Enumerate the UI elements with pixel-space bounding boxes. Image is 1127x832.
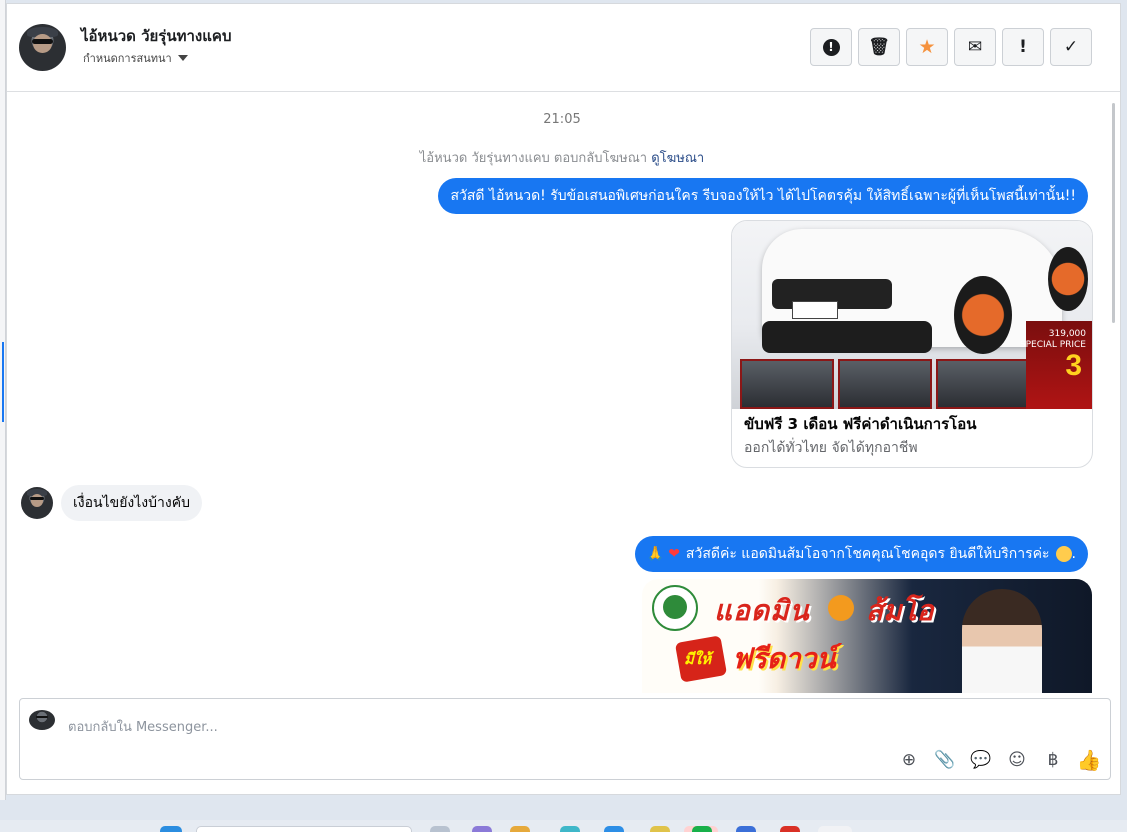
contact-name[interactable]: ไอ้หนวด วัยรุ่นทางแคบ: [81, 24, 231, 48]
ad-card-image: 319,000 SPECIAL PRICE 3: [732, 221, 1092, 409]
conversation-panel: ไอ้หนวด วัยรุ่นทางแคบ กำหนดการสนทนา ! 🗑 …: [6, 3, 1121, 795]
delete-button[interactable]: 🗑: [858, 28, 900, 66]
caret-down-icon: [177, 55, 188, 61]
baht-icon[interactable]: ฿: [1042, 749, 1064, 771]
star-button[interactable]: ★: [906, 28, 948, 66]
taskbar-app-icon[interactable]: [650, 826, 670, 832]
check-icon: ✓: [1063, 37, 1079, 57]
mark-unread-button[interactable]: ✉: [954, 28, 996, 66]
taskbar-folder-icon[interactable]: [510, 826, 530, 832]
emoji-icon[interactable]: ☺: [1006, 749, 1028, 771]
ad-card[interactable]: 319,000 SPECIAL PRICE 3 ขับฟรี 3 เดือน ฟ…: [731, 220, 1093, 468]
conversation-header: ไอ้หนวด วัยรุ่นทางแคบ กำหนดการสนทนา ! 🗑 …: [7, 4, 1120, 92]
sender-avatar[interactable]: [21, 487, 53, 519]
view-ad-link[interactable]: ดูโฆษณา: [651, 151, 704, 166]
outgoing-message-admin-reply[interactable]: 🙏 ❤ สวัสดีค่ะ แอดมินส้มโอจากโชคคุณโชคอุดร …: [634, 536, 1088, 572]
mark-spam-button[interactable]: !: [810, 28, 852, 66]
taskbar-app-icon[interactable]: [560, 826, 580, 832]
incoming-message[interactable]: เงื่อนไขยังไงบ้างคับ: [61, 485, 202, 521]
reply-input[interactable]: ตอบกลับใน Messenger...: [68, 716, 218, 737]
admin-reply-trailing: .: [1071, 546, 1076, 562]
star-icon: ★: [918, 36, 936, 58]
ad-reply-text: ไอ้หนวด วัยรุ่นทางแคบ ตอบกลับโฆษณา: [419, 151, 648, 166]
card-image-promo-number: 3: [1065, 349, 1082, 382]
page-avatar: [29, 710, 55, 730]
envelope-icon: ✉: [967, 37, 983, 57]
taskbar-start-icon[interactable]: [160, 826, 182, 832]
like-icon[interactable]: 👍: [1077, 748, 1102, 772]
conversation-settings-dropdown[interactable]: กำหนดการสนทนา: [83, 49, 188, 67]
exclamation-icon: !: [1019, 37, 1027, 57]
dealer-logo: [652, 585, 698, 631]
edge-accent: [2, 342, 4, 422]
reply-composer[interactable]: ตอบกลับใน Messenger... ⊕ 📎 💬 ☺ ฿ 👍: [19, 698, 1111, 780]
mark-done-button[interactable]: ✓: [1050, 28, 1092, 66]
alert-circle-icon: !: [822, 38, 840, 56]
heart-icon: ❤: [668, 546, 680, 562]
message-thread[interactable]: 21:05 ไอ้หนวด วัยรุ่นทางแคบ ตอบกลับโฆษณา…: [7, 93, 1117, 693]
taskbar-app-icon[interactable]: [818, 826, 852, 832]
praying-hands-icon: 🙏: [646, 546, 665, 562]
chat-bubble-icon[interactable]: 💬: [970, 749, 992, 771]
smiling-face-icon: [1055, 546, 1072, 562]
promo-title-name: ส้มโอ: [866, 594, 934, 627]
orange-icon: [828, 595, 854, 621]
taskbar-app-icon[interactable]: [472, 826, 492, 832]
contact-avatar[interactable]: [19, 24, 66, 71]
taskbar-line-icon[interactable]: [692, 826, 712, 832]
sticker-icon[interactable]: ⊕: [898, 749, 920, 771]
taskbar-app-icon[interactable]: [430, 826, 450, 832]
attachment-icon[interactable]: 📎: [934, 749, 956, 771]
ad-card-title: ขับฟรี 3 เดือน ฟรีค่าดำเนินการโอน: [744, 415, 977, 433]
conversation-settings-label: กำหนดการสนทนา: [83, 52, 172, 65]
message-timestamp: 21:05: [543, 112, 581, 127]
outgoing-message-greeting[interactable]: สวัสดี ไอ้หนวด! รับข้อเสนอพิเศษก่อนใคร ร…: [438, 178, 1088, 214]
admin-reply-text: สวัสดีค่ะ แอดมินส้มโอจากโชคคุณโชคอุดร ยิ…: [685, 546, 1050, 562]
admin-photo: [962, 589, 1042, 693]
composer-actions: ⊕ 📎 💬 ☺ ฿ 👍: [898, 748, 1102, 772]
promo-title-admin: แอดมิน: [714, 594, 810, 627]
ad-card-subtitle: ออกได้ทั่วไทย จัดได้ทุกอาชีพ: [744, 440, 918, 456]
header-toolbar: ! 🗑 ★ ✉ ! ✓: [810, 28, 1092, 66]
taskbar-app-icon[interactable]: [604, 826, 624, 832]
trash-icon: 🗑: [868, 37, 890, 57]
ad-reply-notice: ไอ้หนวด วัยรุ่นทางแคบ ตอบกลับโฆษณา ดูโฆษ…: [7, 147, 1117, 168]
follow-up-button[interactable]: !: [1002, 28, 1044, 66]
taskbar-chrome-icon[interactable]: [780, 826, 800, 832]
promo-image[interactable]: แอดมิน ส้มโอ มีให้ ฟรีดาวน์: [642, 579, 1092, 693]
thread-scrollbar[interactable]: [1112, 103, 1115, 323]
os-taskbar: [0, 820, 1127, 832]
card-image-price: 319,000 SPECIAL PRICE: [1019, 329, 1086, 350]
taskbar-search-box[interactable]: [196, 826, 412, 832]
incoming-message-row: เงื่อนไขยังไงบ้างคับ: [21, 485, 202, 521]
promo-burst-text: มีให้: [684, 650, 712, 668]
promo-free-down: ฟรีดาวน์: [732, 642, 836, 675]
taskbar-app-icon[interactable]: [736, 826, 756, 832]
